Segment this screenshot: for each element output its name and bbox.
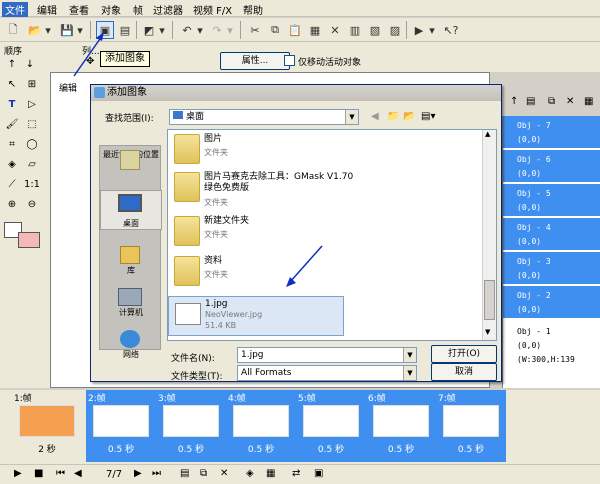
frame-card[interactable]: 3:帧 0.5 秒 <box>156 390 226 462</box>
frame-duration[interactable]: 0.5 秒 <box>296 442 366 455</box>
frame-duration[interactable]: 0.5 秒 <box>156 442 226 455</box>
frame-duration[interactable]: 0.5 秒 <box>86 442 156 455</box>
delete-frame-icon[interactable]: ✕ <box>220 468 228 479</box>
frame-title: 2:帧 <box>88 394 106 404</box>
copy-frame-icon[interactable]: ⧉ <box>200 468 207 479</box>
arrow-to-file <box>286 245 323 287</box>
next-frame-icon[interactable]: ▶ <box>134 468 142 479</box>
prev-frame-icon[interactable]: ◀ <box>74 468 82 479</box>
frame-title: 7:帧 <box>438 394 456 404</box>
frame-timeline: 1:帧 2 秒 2:帧 0.5 秒 3:帧 0.5 秒 4:帧 0.5 秒 5:… <box>0 390 600 464</box>
arrow-to-toolbar <box>73 32 104 77</box>
frame-card[interactable]: 7:帧 0.5 秒 <box>436 390 506 462</box>
add-frame-icon[interactable]: ▤ <box>180 468 189 479</box>
frame-counter: 7/7 <box>106 469 123 480</box>
frame-thumbnail <box>19 405 75 437</box>
stop-icon[interactable]: ■ <box>34 468 43 479</box>
frame-duration[interactable]: 0.5 秒 <box>366 442 436 455</box>
preview-frame-icon[interactable]: ▣ <box>314 468 323 479</box>
frame-title: 4:帧 <box>228 394 246 404</box>
frame-card[interactable]: 2:帧 0.5 秒 <box>86 390 156 462</box>
frame-card[interactable]: 6:帧 0.5 秒 <box>366 390 436 462</box>
frame-title: 6:帧 <box>368 394 386 404</box>
frame-duration[interactable]: 0.5 秒 <box>226 442 296 455</box>
frame-thumbnail <box>443 405 499 437</box>
frame-title: 1:帧 <box>14 394 32 404</box>
playback-bar: ▶ ■ ⏮ ◀ 7/7 ▶ ⏭ ▤ ⧉ ✕ ◈ ▦ ⇄ ▣ <box>0 464 600 484</box>
frame-duration[interactable]: 0.5 秒 <box>436 442 506 455</box>
frame-card[interactable]: 4:帧 0.5 秒 <box>226 390 296 462</box>
frame-duration[interactable]: 2 秒 <box>12 442 82 455</box>
frame-thumbnail <box>373 405 429 437</box>
frame-thumbnail <box>93 405 149 437</box>
frame-thumbnail <box>163 405 219 437</box>
frame-title: 5:帧 <box>298 394 316 404</box>
move-frame-icon[interactable]: ⇄ <box>292 468 300 479</box>
frame-title: 3:帧 <box>158 394 176 404</box>
last-frame-icon[interactable]: ⏭ <box>152 468 161 479</box>
transition-icon[interactable]: ◈ <box>246 468 254 479</box>
frame-thumbnail <box>233 405 289 437</box>
frame-card[interactable]: 5:帧 0.5 秒 <box>296 390 366 462</box>
frame-thumbnail <box>303 405 359 437</box>
first-frame-icon[interactable]: ⏮ <box>56 468 65 479</box>
frame-card[interactable]: 1:帧 2 秒 <box>12 390 82 462</box>
play-icon[interactable]: ▶ <box>14 468 22 479</box>
frame-properties-icon[interactable]: ▦ <box>266 468 275 479</box>
